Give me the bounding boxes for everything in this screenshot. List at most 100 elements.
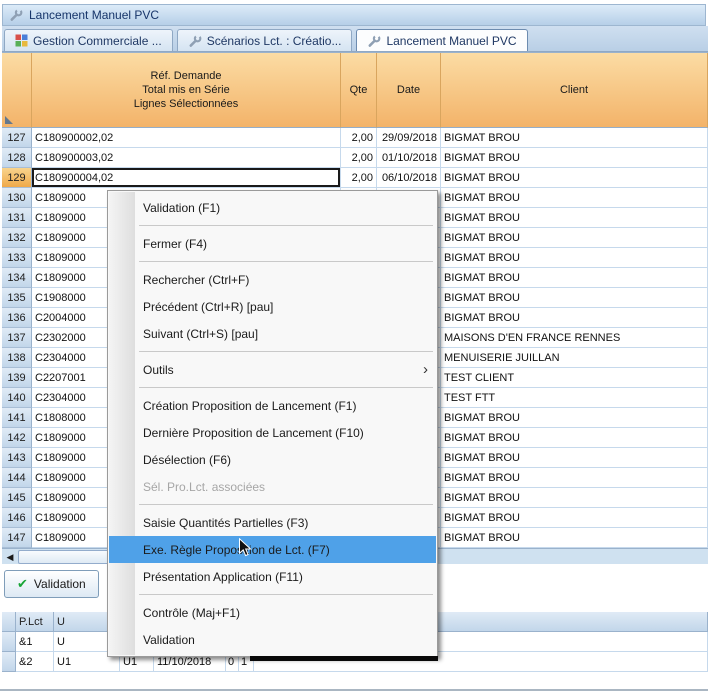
qte-cell[interactable]: 2,00 bbox=[341, 148, 377, 168]
row-number-cell[interactable]: 138 bbox=[2, 348, 32, 368]
window-title: Lancement Manuel PVC bbox=[29, 8, 159, 22]
menu-item-label: Outils bbox=[143, 363, 174, 377]
context-menu-item[interactable]: Dernière Proposition de Lancement (F10) bbox=[109, 419, 436, 446]
left-arrow-icon: ◀ bbox=[7, 552, 14, 563]
tab[interactable]: Gestion Commerciale ... bbox=[4, 29, 173, 51]
context-menu-item[interactable]: Contrôle (Maj+F1) bbox=[109, 599, 436, 626]
client-cell[interactable]: BIGMAT BROU bbox=[441, 408, 708, 428]
client-cell[interactable]: BIGMAT BROU bbox=[441, 208, 708, 228]
context-menu-item[interactable]: Création Proposition de Lancement (F1) bbox=[109, 392, 436, 419]
context-menu-item[interactable]: Désélection (F6) bbox=[109, 446, 436, 473]
row-number-cell[interactable]: 139 bbox=[2, 368, 32, 388]
row-number-cell[interactable]: 131 bbox=[2, 208, 32, 228]
row-number-cell[interactable]: 146 bbox=[2, 508, 32, 528]
qte-cell[interactable]: 2,00 bbox=[341, 168, 377, 188]
row-number-cell[interactable]: 141 bbox=[2, 408, 32, 428]
row-number-cell[interactable]: 129 bbox=[2, 168, 32, 188]
context-menu-item[interactable]: Rechercher (Ctrl+F) bbox=[109, 266, 436, 293]
client-cell[interactable]: BIGMAT BROU bbox=[441, 508, 708, 528]
client-cell[interactable]: BIGMAT BROU bbox=[441, 248, 708, 268]
client-cell[interactable]: BIGMAT BROU bbox=[441, 428, 708, 448]
plct-cell[interactable]: &1 bbox=[16, 632, 54, 652]
menu-item-label: Fermer (F4) bbox=[143, 237, 207, 251]
mouse-cursor bbox=[238, 538, 256, 558]
tab-label: Lancement Manuel PVC bbox=[386, 34, 516, 48]
plct-cell[interactable]: &2 bbox=[16, 652, 54, 672]
column-header-qte[interactable]: Qte bbox=[341, 53, 377, 128]
column-header-client[interactable]: Client bbox=[441, 53, 708, 128]
row-number-cell[interactable]: 132 bbox=[2, 228, 32, 248]
row-number-cell[interactable]: 144 bbox=[2, 468, 32, 488]
table-row[interactable]: 129 C180900004,02 2,00 06/10/2018 BIGMAT… bbox=[2, 168, 708, 188]
row-number-cell[interactable]: 128 bbox=[2, 148, 32, 168]
context-menu-item[interactable]: Suivant (Ctrl+S) [pau] bbox=[109, 320, 436, 347]
row-number-cell[interactable]: 145 bbox=[2, 488, 32, 508]
date-cell[interactable]: 29/09/2018 bbox=[377, 128, 441, 148]
qte-cell[interactable]: 2,00 bbox=[341, 128, 377, 148]
column-header-plct[interactable]: P.Lct bbox=[16, 612, 54, 632]
row-number-cell[interactable]: 134 bbox=[2, 268, 32, 288]
date-cell[interactable]: 01/10/2018 bbox=[377, 148, 441, 168]
column-header-date[interactable]: Date bbox=[377, 53, 441, 128]
row-number-cell[interactable]: 136 bbox=[2, 308, 32, 328]
wrench-icon bbox=[367, 34, 381, 48]
client-cell[interactable]: MENUISERIE JUILLAN bbox=[441, 348, 708, 368]
row-number-cell[interactable]: 130 bbox=[2, 188, 32, 208]
menu-item-label: Suivant (Ctrl+S) [pau] bbox=[143, 327, 258, 341]
wrench-icon bbox=[9, 8, 23, 22]
context-menu-item[interactable]: Fermer (F4) bbox=[109, 230, 436, 257]
wrench-icon bbox=[188, 34, 202, 48]
ref-cell[interactable]: C180900004,02 bbox=[32, 168, 341, 188]
context-menu-item[interactable]: Précédent (Ctrl+R) [pau] bbox=[109, 293, 436, 320]
row-number-cell[interactable]: 142 bbox=[2, 428, 32, 448]
app-grid-icon bbox=[15, 34, 28, 47]
ref-cell[interactable]: C180900002,02 bbox=[32, 128, 341, 148]
bottom-corner-cell[interactable] bbox=[2, 612, 16, 632]
context-menu-item[interactable]: Validation bbox=[109, 626, 436, 653]
client-cell[interactable]: BIGMAT BROU bbox=[441, 448, 708, 468]
client-cell[interactable]: BIGMAT BROU bbox=[441, 168, 708, 188]
row-header-cell[interactable] bbox=[2, 632, 16, 652]
tab-label: Scénarios Lct. : Créatio... bbox=[207, 34, 342, 48]
client-cell[interactable]: BIGMAT BROU bbox=[441, 268, 708, 288]
table-row[interactable]: 127 C180900002,02 2,00 29/09/2018 BIGMAT… bbox=[2, 128, 708, 148]
client-cell[interactable]: BIGMAT BROU bbox=[441, 288, 708, 308]
ref-cell[interactable]: C180900003,02 bbox=[32, 148, 341, 168]
table-row[interactable]: 128 C180900003,02 2,00 01/10/2018 BIGMAT… bbox=[2, 148, 708, 168]
context-menu-item[interactable]: Sél. Pro.Lct. associées bbox=[109, 473, 436, 500]
context-menu-item[interactable]: Présentation Application (F11) bbox=[109, 563, 436, 590]
column-header-ref[interactable]: Réf. Demande Total mis en Série Lignes S… bbox=[32, 53, 341, 128]
check-icon: ✔ bbox=[17, 576, 28, 592]
client-cell[interactable]: BIGMAT BROU bbox=[441, 308, 708, 328]
context-menu-item[interactable]: Exe. Règle Proposition de Lct. (F7) bbox=[109, 536, 436, 563]
client-cell[interactable]: BIGMAT BROU bbox=[441, 528, 708, 548]
context-menu-item[interactable]: Saisie Quantités Partielles (F3) bbox=[109, 509, 436, 536]
date-cell[interactable]: 06/10/2018 bbox=[377, 168, 441, 188]
context-menu-item[interactable]: Outils › bbox=[109, 356, 436, 383]
client-cell[interactable]: BIGMAT BROU bbox=[441, 148, 708, 168]
row-number-cell[interactable]: 143 bbox=[2, 448, 32, 468]
menu-item-label: Dernière Proposition de Lancement (F10) bbox=[143, 426, 364, 440]
scroll-left-button[interactable]: ◀ bbox=[2, 549, 18, 565]
validation-button[interactable]: ✔ Validation bbox=[4, 570, 99, 598]
row-number-cell[interactable]: 140 bbox=[2, 388, 32, 408]
client-cell[interactable]: TEST FTT bbox=[441, 388, 708, 408]
client-cell[interactable]: TEST CLIENT bbox=[441, 368, 708, 388]
row-number-cell[interactable]: 127 bbox=[2, 128, 32, 148]
row-number-cell[interactable]: 147 bbox=[2, 528, 32, 548]
row-number-cell[interactable]: 137 bbox=[2, 328, 32, 348]
client-cell[interactable]: BIGMAT BROU bbox=[441, 128, 708, 148]
client-cell[interactable]: MAISONS D'EN FRANCE RENNES bbox=[441, 328, 708, 348]
context-menu-item[interactable]: Validation (F1) bbox=[109, 194, 436, 221]
client-cell[interactable]: BIGMAT BROU bbox=[441, 228, 708, 248]
client-cell[interactable]: BIGMAT BROU bbox=[441, 188, 708, 208]
client-cell[interactable]: BIGMAT BROU bbox=[441, 488, 708, 508]
row-header-cell[interactable] bbox=[2, 652, 16, 672]
tab[interactable]: Scénarios Lct. : Créatio... bbox=[177, 29, 353, 51]
row-number-cell[interactable]: 133 bbox=[2, 248, 32, 268]
tab[interactable]: Lancement Manuel PVC bbox=[356, 29, 527, 51]
menu-item-label: Saisie Quantités Partielles (F3) bbox=[143, 516, 308, 530]
client-cell[interactable]: BIGMAT BROU bbox=[441, 468, 708, 488]
select-all-corner[interactable] bbox=[2, 53, 32, 128]
row-number-cell[interactable]: 135 bbox=[2, 288, 32, 308]
